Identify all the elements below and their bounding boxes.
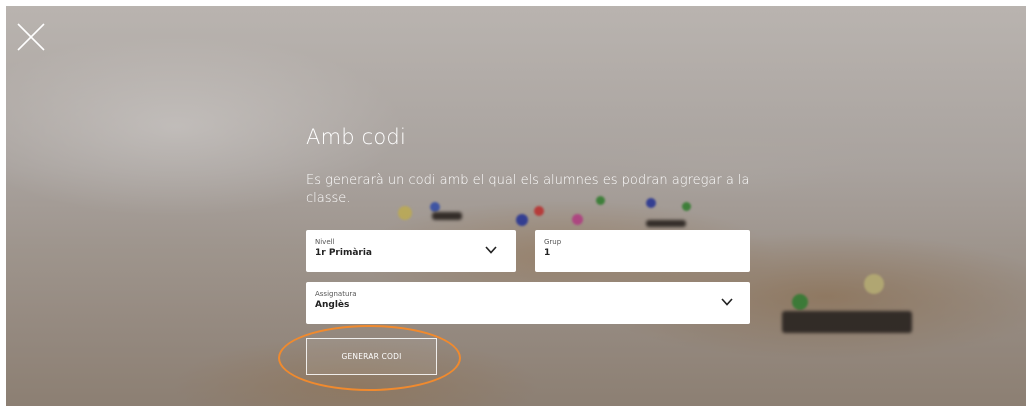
chevron-down-icon[interactable] xyxy=(720,295,734,309)
assignatura-value: Anglès xyxy=(315,300,350,310)
nivell-value: 1r Primària xyxy=(315,248,373,258)
chevron-down-icon[interactable] xyxy=(484,243,498,257)
grup-value[interactable]: 1 xyxy=(544,248,550,258)
nivell-label: Nivell xyxy=(315,238,335,246)
nivell-select[interactable]: Nivell 1r Primària xyxy=(306,230,516,272)
assignatura-select[interactable]: Assignatura Anglès xyxy=(306,282,750,324)
dialog-title: Amb codi xyxy=(306,125,406,149)
grup-label: Grup xyxy=(544,238,562,246)
assignatura-label: Assignatura xyxy=(315,290,357,298)
app-frame: Amb codi Es generarà un codi amb el qual… xyxy=(0,0,1032,409)
close-icon[interactable] xyxy=(16,22,46,52)
dialog-description: Es generarà un codi amb el qual els alum… xyxy=(306,173,750,206)
generate-code-button[interactable]: GENERAR CODI xyxy=(306,338,437,375)
grup-input[interactable]: Grup 1 xyxy=(535,230,750,272)
